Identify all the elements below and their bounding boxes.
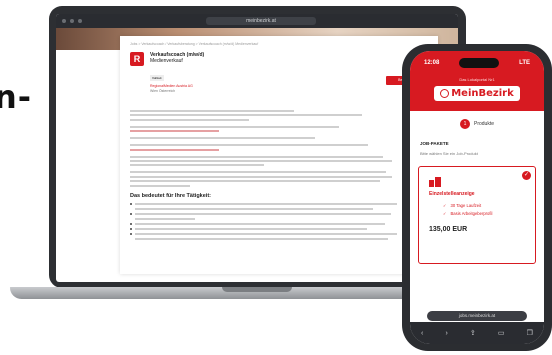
address-bar[interactable]: meinbezirk.at xyxy=(206,17,316,25)
list-item xyxy=(130,232,428,235)
laptop-hinge xyxy=(222,287,292,292)
checkout-step: 1 Produkte xyxy=(410,119,544,129)
signal-indicator: LTE xyxy=(519,60,530,66)
job-packages-section: JOB-PAKETE Bitte wählen Sie ein Job-Prod… xyxy=(410,129,544,156)
list-item xyxy=(130,227,428,230)
task-list xyxy=(130,202,428,240)
feature-item: ✓ Basis Arbeitgeberprofil xyxy=(443,211,493,216)
mobile-address-bar: jobs.meinbezirk.at xyxy=(410,310,544,322)
product-price: 135,00 EUR xyxy=(429,226,468,233)
browser-toolbar: meinbezirk.at xyxy=(56,14,458,28)
window-dot-icon xyxy=(70,19,74,23)
list-item xyxy=(130,212,428,215)
section-subtitle: Bitte wählen Sie ein Job-Produkt xyxy=(420,151,478,156)
phone-screen: 12:08 LTE Das Lokalportal Nr1 MeinBezirk… xyxy=(410,51,544,344)
job-description xyxy=(130,110,428,187)
check-icon: ✓ xyxy=(443,211,447,216)
share-icon[interactable]: ⇪ xyxy=(470,329,476,337)
section-heading: Das bedeutet für Ihre Tätigkeit: xyxy=(130,192,211,199)
selected-check-icon: ✓ xyxy=(522,171,531,180)
job-subtitle: Medienverkauf xyxy=(150,58,183,64)
brand-name: MeinBezirk xyxy=(451,88,514,99)
list-item xyxy=(130,222,428,225)
check-icon: ✓ xyxy=(443,203,447,208)
feature-item: ✓ 30 Tage Laufzeit xyxy=(443,203,482,208)
window-dot-icon xyxy=(62,19,66,23)
status-time: 12:08 xyxy=(424,60,440,66)
forward-icon[interactable]: › xyxy=(445,330,447,337)
brand-logo[interactable]: MeinBezirk xyxy=(434,86,520,101)
building-icon xyxy=(429,177,441,187)
breadcrumb[interactable]: Jobs > Verkaufscoach / Verkaufsberatung … xyxy=(130,42,428,46)
employment-type-badge: Vollzeit xyxy=(150,75,164,81)
product-name: Einzelstelleanzeige xyxy=(429,191,475,197)
cropped-heading: n- xyxy=(0,78,33,116)
laptop-screen: meinbezirk.at Jobs > Verkaufscoach / Ver… xyxy=(56,14,458,282)
step-number: 1 xyxy=(459,119,470,129)
brand-header: Das Lokalportal Nr1 MeinBezirk xyxy=(410,75,544,111)
brand-tagline: Das Lokalportal Nr1 xyxy=(459,77,495,82)
bookmarks-icon[interactable]: ▭ xyxy=(498,329,505,337)
status-bar: 12:08 LTE xyxy=(410,51,544,75)
job-location: Wien Österreich xyxy=(150,89,176,93)
list-item xyxy=(130,202,428,205)
window-dot-icon xyxy=(78,19,82,23)
tabs-icon[interactable]: ❐ xyxy=(527,329,533,337)
step-label: Produkte xyxy=(473,121,494,127)
location-pin-icon xyxy=(440,89,450,98)
product-mockup: n- meinbezirk.at Jobs > Verkaufscoach / … xyxy=(0,0,552,355)
dynamic-island xyxy=(459,58,500,68)
job-header: R Verkaufscoach (m/w/d) Medienverkauf Vo… xyxy=(130,52,428,94)
company-logo-icon: R xyxy=(130,52,144,66)
back-icon[interactable]: ‹ xyxy=(421,330,423,337)
browser-toolbar-mobile: ‹ › ⇪ ▭ ❐ xyxy=(410,322,544,344)
job-detail-card: Jobs > Verkaufscoach / Verkaufsberatung … xyxy=(120,36,438,274)
url-field[interactable]: jobs.meinbezirk.at xyxy=(427,311,527,321)
section-title: JOB-PAKETE xyxy=(420,141,449,146)
product-card[interactable]: ✓ Einzelstelleanzeige ✓ 30 Tage Laufzeit … xyxy=(418,166,536,264)
